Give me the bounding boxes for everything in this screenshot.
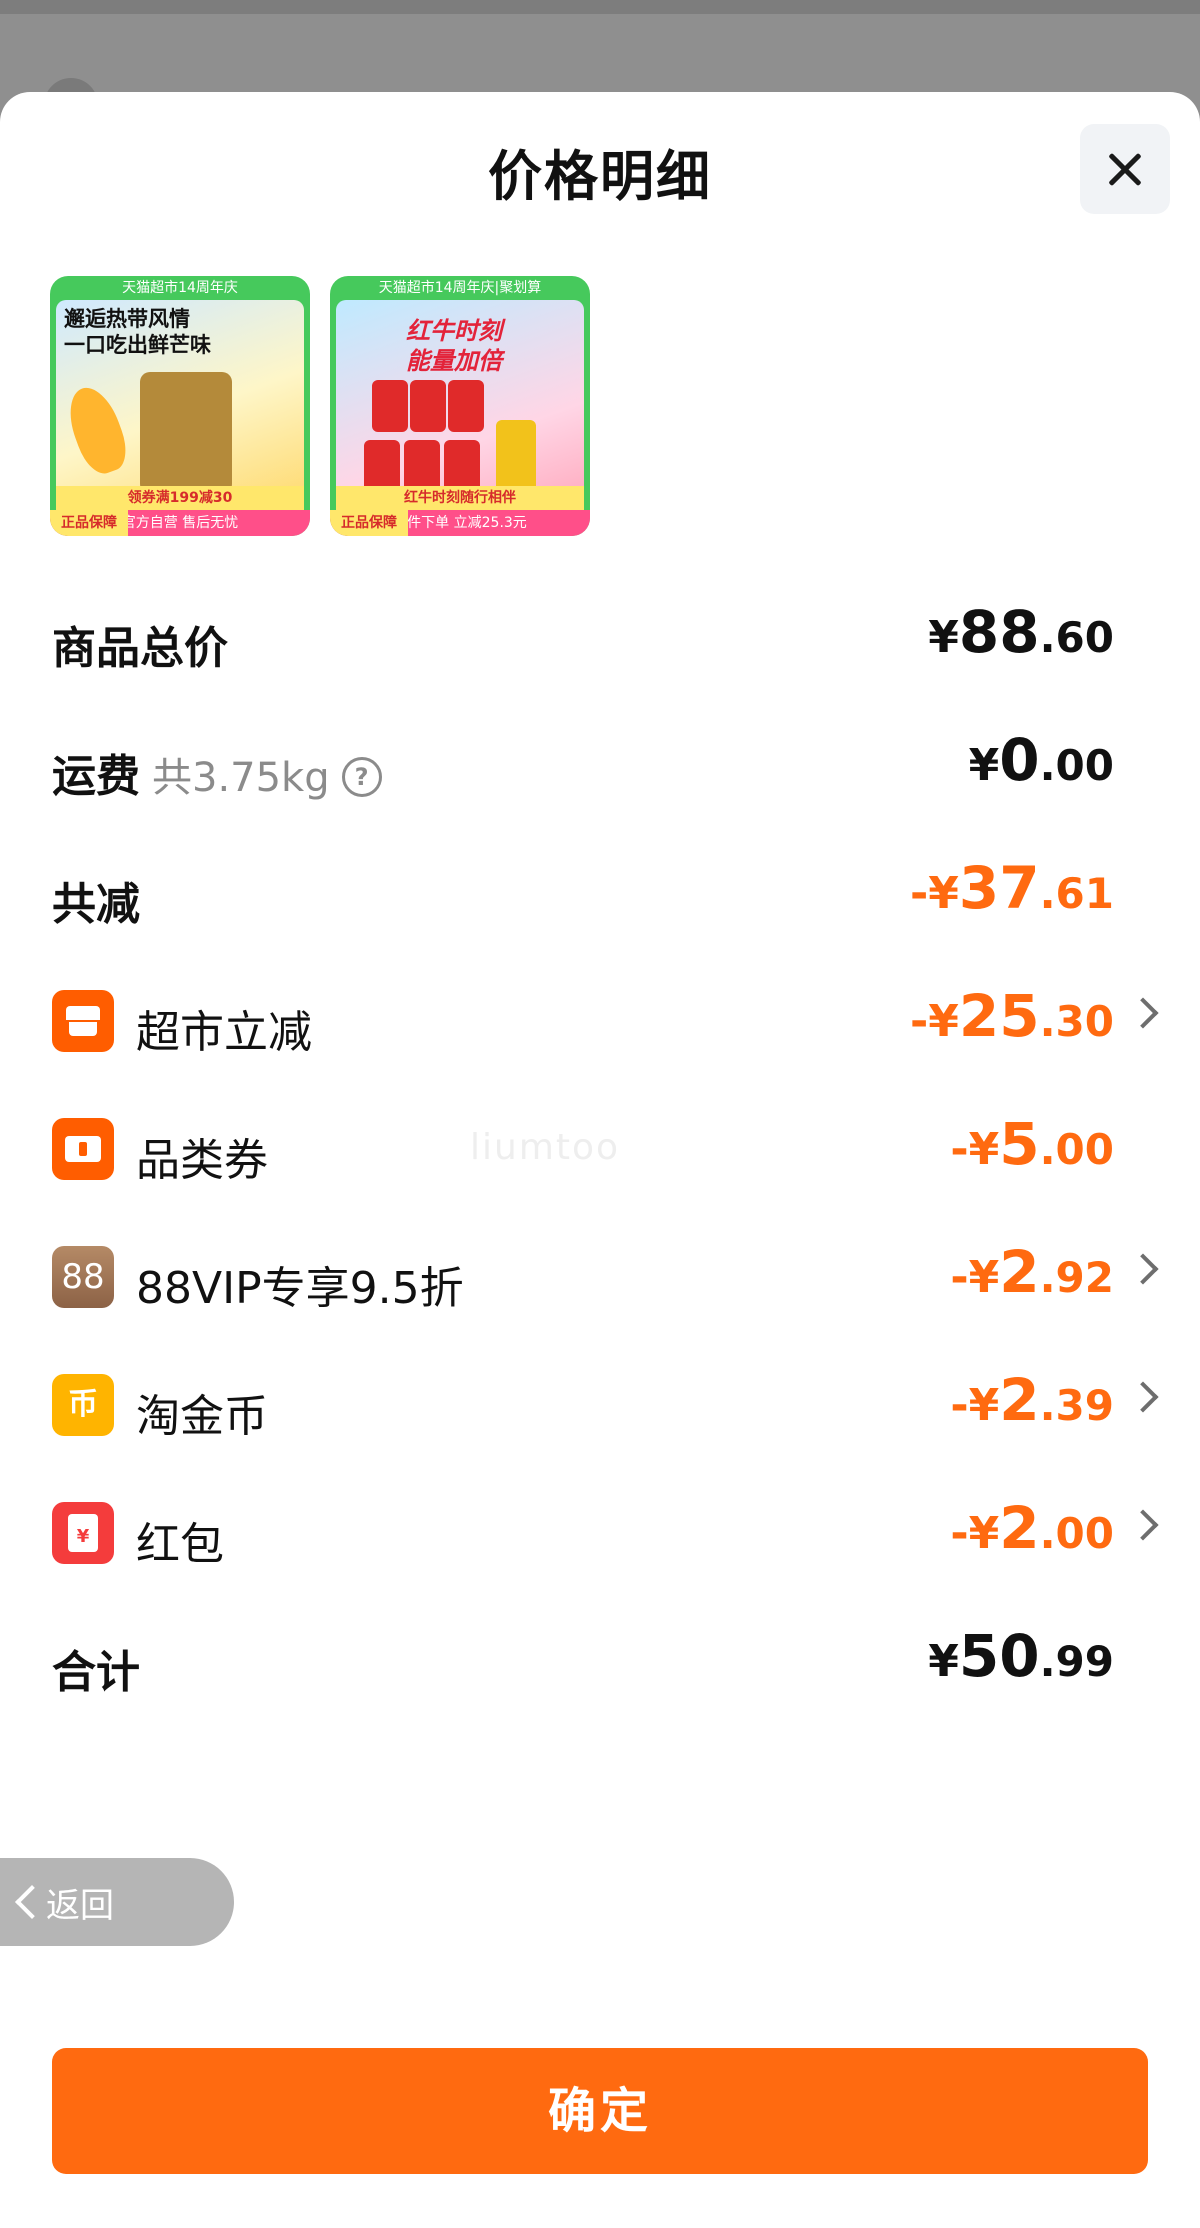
product-thumbnail-mango[interactable]: 天猫超市14周年庆 邂逅热带风情 一口吃出鲜芒味 领券满199减30 官方自营 … <box>50 276 310 536</box>
row-shipping: 运费 共3.75kg? ¥0.00 <box>0 712 1200 812</box>
shop-icon <box>52 990 114 1052</box>
chevron-right-icon[interactable] <box>1127 997 1159 1029</box>
product-bag-image <box>140 372 232 494</box>
subtotal-amount: ¥88.60 <box>928 598 1114 666</box>
row-subtotal: 商品总价 ¥88.60 <box>0 584 1200 684</box>
coupon-icon <box>52 1118 114 1180</box>
confirm-button[interactable]: 确定 <box>52 2048 1148 2174</box>
thumb-headline: 邂逅热带风情 一口吃出鲜芒味 <box>64 307 211 357</box>
chevron-right-icon[interactable] <box>1127 1381 1159 1413</box>
row-total-discount: 共减 -¥37.61 <box>0 840 1200 940</box>
row-label: 品类券 <box>136 1135 268 1186</box>
row-label: 88VIP专享9.5折 <box>136 1263 464 1314</box>
row-label: 共减 <box>52 879 140 930</box>
row-label: 红包 <box>136 1519 224 1570</box>
shipping-weight: 共3.75kg <box>152 755 330 801</box>
row-discount-88vip[interactable]: 88 88VIP专享9.5折 -¥2.92 <box>0 1224 1200 1324</box>
thumb-banner: 红牛时刻随行相伴 <box>336 486 584 510</box>
chevron-right-icon[interactable] <box>1127 1509 1159 1541</box>
mango-slice-image <box>60 380 134 480</box>
shipping-amount: ¥0.00 <box>968 726 1114 794</box>
thumb-headline: 红牛时刻 能量加倍 <box>406 317 502 375</box>
thumb-top-strip: 天猫超市14周年庆 <box>122 280 238 296</box>
discount-amount: -¥2.00 <box>950 1494 1114 1562</box>
grand-total-amount: ¥50.99 <box>928 1622 1114 1690</box>
sheet-title: 价格明细 <box>488 145 712 208</box>
close-button[interactable] <box>1080 124 1170 214</box>
gold-coin-icon: 币 <box>52 1374 114 1436</box>
back-button[interactable]: 返回 <box>0 1858 234 1946</box>
row-discount-gold-coin[interactable]: 币 淘金币 -¥2.39 <box>0 1352 1200 1452</box>
row-discount-supermarket[interactable]: 超市立减 -¥25.30 <box>0 968 1200 1068</box>
red-envelope-icon: ¥ <box>52 1502 114 1564</box>
watermark: liumtoo <box>470 1127 621 1168</box>
background-status-strip <box>0 0 1200 14</box>
row-label: 商品总价 <box>52 623 228 674</box>
product-thumbnail-redbull[interactable]: 天猫超市14周年庆|聚划算 红牛时刻 能量加倍 红牛时刻随行相伴 单件下单 立减… <box>330 276 590 536</box>
row-discount-red-envelope[interactable]: ¥ 红包 -¥2.00 <box>0 1480 1200 1580</box>
thumb-banner: 领券满199减30 <box>56 486 304 510</box>
vip-icon: 88 <box>52 1246 114 1308</box>
discount-amount: -¥2.92 <box>950 1238 1114 1306</box>
thumb-tag: 正品保障 <box>330 510 408 536</box>
total-discount-amount: -¥37.61 <box>909 854 1114 922</box>
row-label: 运费 共3.75kg? <box>52 740 382 804</box>
discount-amount: -¥5.00 <box>950 1110 1114 1178</box>
row-label: 合计 <box>52 1647 140 1698</box>
chevron-left-icon <box>15 1885 49 1919</box>
can-image <box>372 380 408 432</box>
row-label: 超市立减 <box>136 1007 312 1058</box>
thumb-tag: 正品保障 <box>50 510 128 536</box>
back-button-label: 返回 <box>46 1886 114 1926</box>
row-label: 淘金币 <box>136 1391 268 1442</box>
gold-can-image <box>496 420 536 492</box>
row-grand-total: 合计 ¥50.99 <box>0 1608 1200 1708</box>
help-icon[interactable]: ? <box>341 757 382 797</box>
thumb-top-strip: 天猫超市14周年庆|聚划算 <box>378 280 542 296</box>
discount-amount: -¥25.30 <box>909 982 1114 1050</box>
chevron-right-icon[interactable] <box>1127 1253 1159 1285</box>
discount-amount: -¥2.39 <box>950 1366 1114 1434</box>
